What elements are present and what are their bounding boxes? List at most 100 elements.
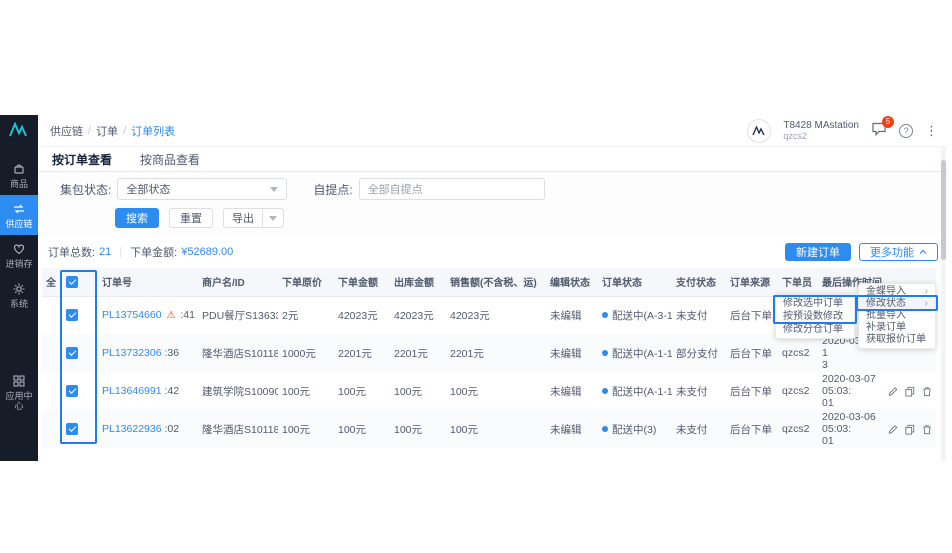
order-link[interactable]: PL13646991: [102, 385, 162, 397]
status-dot: [602, 425, 608, 432]
order-link[interactable]: PL13754660: [102, 309, 162, 321]
row-actions: [888, 424, 932, 435]
sidebar: 商品 供应链 进销存 系统 应用中心: [0, 115, 38, 461]
search-button[interactable]: 搜索: [115, 208, 159, 228]
submenu-arrow-icon: ›: [924, 298, 928, 309]
order-source-cell: 后台下单: [730, 347, 772, 360]
summary-actions: 新建订单 更多功能: [785, 243, 938, 261]
sidebar-item-products[interactable]: 商品: [0, 155, 38, 195]
order-time-suffix: :41: [180, 309, 195, 322]
row-checkbox[interactable]: [66, 347, 78, 360]
order-amount-label: 下单金额:: [130, 247, 178, 259]
edit-status-cell: 未编辑: [550, 347, 582, 360]
more-menu-icon[interactable]: ⋮: [925, 123, 938, 139]
sidebar-item-label: 供应链: [5, 219, 33, 229]
row-checkbox[interactable]: [66, 385, 78, 398]
col-order-status: 订单状态: [598, 268, 672, 297]
breadcrumb-separator: /: [123, 124, 127, 137]
help-icon[interactable]: ?: [899, 123, 913, 138]
order-count-value: 21: [99, 246, 112, 258]
submenu-item-modify-by-preset[interactable]: 按预设数修改: [776, 310, 854, 323]
submenu-item-modify-split-warehouse[interactable]: 修改分仓订单: [776, 323, 854, 336]
sales-cell: 2201元: [450, 347, 484, 360]
scrollbar-thumb[interactable]: [941, 160, 946, 260]
apps-grid-icon: [13, 375, 25, 387]
brand-logo[interactable]: [0, 115, 38, 145]
breadcrumb-orders[interactable]: 订单: [96, 123, 118, 139]
menu-item-kingdee-import[interactable]: 金蝶导入 ›: [859, 286, 935, 298]
order-status-cell: 配送中(A-3-1): [598, 296, 672, 334]
outbound-amount-cell: 2201元: [394, 347, 428, 360]
edit-icon[interactable]: [888, 386, 898, 397]
order-status-cell: 配送中(A-1-1): [598, 334, 672, 372]
more-actions-button[interactable]: 更多功能: [859, 243, 938, 261]
more-actions-menu: 金蝶导入 › 修改状态 › 批量导入 补录订单 获取报价订单: [858, 283, 936, 349]
filter-bar: 集包状态: 全部状态 自提点: 全部自提点 搜索 重置 导出: [38, 172, 948, 236]
pickup-point-input[interactable]: 全部自提点: [358, 178, 545, 200]
row-checkbox[interactable]: [66, 309, 78, 322]
reset-button[interactable]: 重置: [169, 208, 213, 228]
select-all-checkbox[interactable]: [66, 275, 78, 288]
table-row: PL13622936 :02 隆华酒店S101184 100元 100元 100…: [42, 410, 936, 448]
content-area: 订单总数: 21 | 下单金额: ¥52689.00 新建订单 更多功能 全 订…: [38, 236, 948, 461]
order-link[interactable]: PL13622936: [102, 423, 162, 435]
col-order-source: 订单来源: [726, 268, 778, 297]
chevron-down-icon: [270, 186, 279, 192]
col-edit-status: 编辑状态: [546, 268, 598, 297]
breadcrumb: 供应链 / 订单 / 订单列表: [50, 123, 175, 139]
breadcrumb-separator: /: [88, 124, 92, 137]
avatar-logo-icon: [752, 125, 766, 135]
last-modified-cell: 2020-03-06 05:03: 01: [822, 411, 876, 447]
order-source-cell: 后台下单: [730, 423, 772, 436]
message-button[interactable]: 5: [871, 115, 894, 141]
delete-icon[interactable]: [922, 424, 932, 435]
menu-item-fetch-quote-orders[interactable]: 获取报价订单: [859, 334, 935, 346]
delete-icon[interactable]: [922, 386, 932, 397]
copy-icon[interactable]: [905, 424, 915, 435]
copy-icon[interactable]: [905, 386, 915, 397]
avatar[interactable]: [747, 118, 772, 143]
outbound-amount-cell: 100元: [394, 423, 423, 436]
table-header-row: 全 订单号 商户名/ID 下单原价 下单金额 出库金额 销售额(不含税、运) 编…: [42, 268, 936, 297]
edit-icon[interactable]: [888, 424, 898, 435]
tab-by-product[interactable]: 按商品查看: [140, 151, 200, 168]
merchant-cell: 隆华酒店S101184: [202, 347, 278, 360]
warning-icon: ⚠: [166, 310, 176, 322]
order-source-cell: 后台下单: [730, 385, 772, 398]
edit-status-cell: 未编辑: [550, 423, 582, 436]
account-subname: qzcs2: [783, 130, 807, 141]
export-label[interactable]: 导出: [224, 209, 262, 227]
original-price-cell: 100元: [282, 385, 311, 398]
order-status-cell: 配送中(3): [598, 410, 672, 448]
modify-status-submenu: 修改选中订单 按预设数修改 修改分仓订单: [775, 294, 855, 339]
table-row: PL13646991 :42 建筑学院S100901 100元 100元 100…: [42, 372, 936, 410]
menu-item-supplement-order[interactable]: 补录订单: [859, 322, 935, 334]
row-checkbox[interactable]: [66, 423, 78, 436]
export-dropdown-trigger[interactable]: [262, 209, 283, 227]
menu-item-batch-import[interactable]: 批量导入: [859, 310, 935, 322]
sidebar-item-label: 应用中心: [5, 391, 33, 411]
sidebar-item-app-center[interactable]: 应用中心: [0, 367, 38, 417]
menu-item-modify-status[interactable]: 修改状态 ›: [859, 298, 935, 310]
account-info[interactable]: T8428 MAstation qzcs2: [783, 120, 859, 142]
screenshot-canvas: 商品 供应链 进销存 系统 应用中心 供应链 / 订单 / 订单列表 T8428…: [0, 0, 952, 553]
col-order-amount: 下单金额: [334, 268, 390, 297]
col-operator: 下单员: [778, 268, 818, 297]
sidebar-item-supply-chain[interactable]: 供应链: [0, 195, 38, 235]
order-link[interactable]: PL13732306: [102, 347, 162, 359]
package-status-select[interactable]: 全部状态: [117, 178, 288, 200]
pay-status-cell: 未支付: [676, 423, 708, 436]
summary-divider: |: [119, 246, 123, 258]
submenu-item-modify-selected[interactable]: 修改选中订单: [776, 297, 854, 310]
merchant-cell: 建筑学院S100901: [202, 385, 278, 398]
original-price-cell: 100元: [282, 423, 311, 436]
new-order-button[interactable]: 新建订单: [785, 243, 851, 261]
account-name: T8428 MAstation: [783, 119, 859, 131]
operator-cell: qzcs2: [782, 347, 810, 359]
sidebar-item-inventory[interactable]: 进销存: [0, 235, 38, 275]
sidebar-item-system[interactable]: 系统: [0, 275, 38, 315]
breadcrumb-supply-chain[interactable]: 供应链: [50, 123, 83, 139]
submenu-arrow-icon: ›: [924, 286, 928, 297]
order-count-label: 订单总数:: [48, 247, 96, 259]
tab-by-order[interactable]: 按订单查看: [52, 151, 112, 168]
